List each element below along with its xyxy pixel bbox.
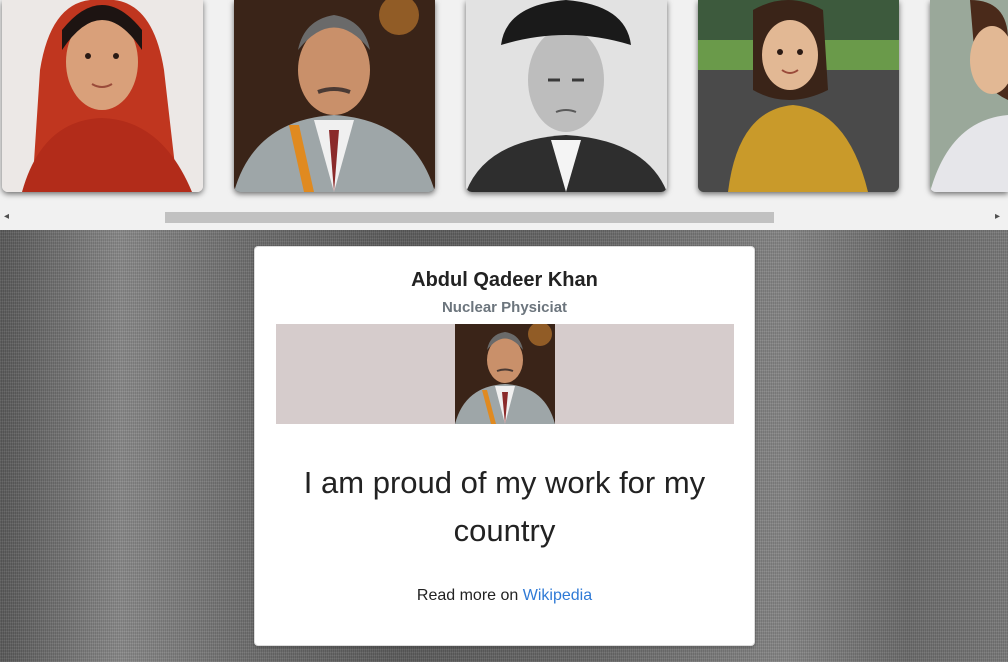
profile-quote: I am proud of my work for my country — [303, 465, 706, 548]
profile-image-band — [276, 324, 734, 424]
gallery-photo-2[interactable] — [234, 0, 435, 192]
profile-portrait — [455, 324, 555, 424]
read-more-line: Read more on Wikipedia — [255, 587, 754, 605]
scrollbar-thumb[interactable] — [165, 212, 774, 223]
profile-role: Nuclear Physiciat — [441, 299, 568, 316]
scroll-right-arrow-icon[interactable]: ▸ — [995, 210, 1000, 224]
wikipedia-link[interactable]: Wikipedia — [523, 587, 592, 604]
gallery-photo-5[interactable] — [930, 0, 1008, 192]
gallery-photo-3[interactable] — [466, 0, 667, 192]
profile-name: Abdul Qadeer Khan — [411, 269, 598, 291]
read-more-prefix: Read more on — [416, 587, 523, 604]
profile-card: Abdul Qadeer Khan Nuclear Physiciat I am… — [254, 246, 755, 646]
gallery-photo-4[interactable] — [698, 0, 899, 192]
gallery-photo-1[interactable] — [2, 0, 203, 192]
photo-gallery: ◂ ▸ — [0, 0, 1008, 230]
scroll-left-arrow-icon[interactable]: ◂ — [4, 210, 9, 224]
